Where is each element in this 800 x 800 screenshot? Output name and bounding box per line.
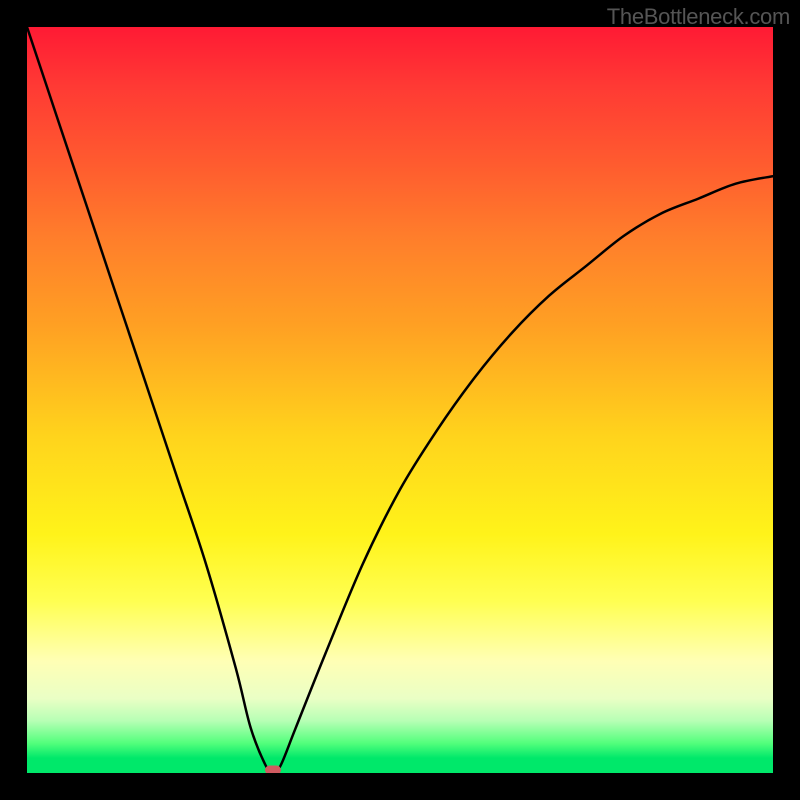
minimum-marker <box>265 766 281 774</box>
watermark-text: TheBottleneck.com <box>607 4 790 30</box>
bottleneck-curve <box>27 27 773 773</box>
chart-outer-frame: TheBottleneck.com <box>0 0 800 800</box>
plot-area <box>27 27 773 773</box>
